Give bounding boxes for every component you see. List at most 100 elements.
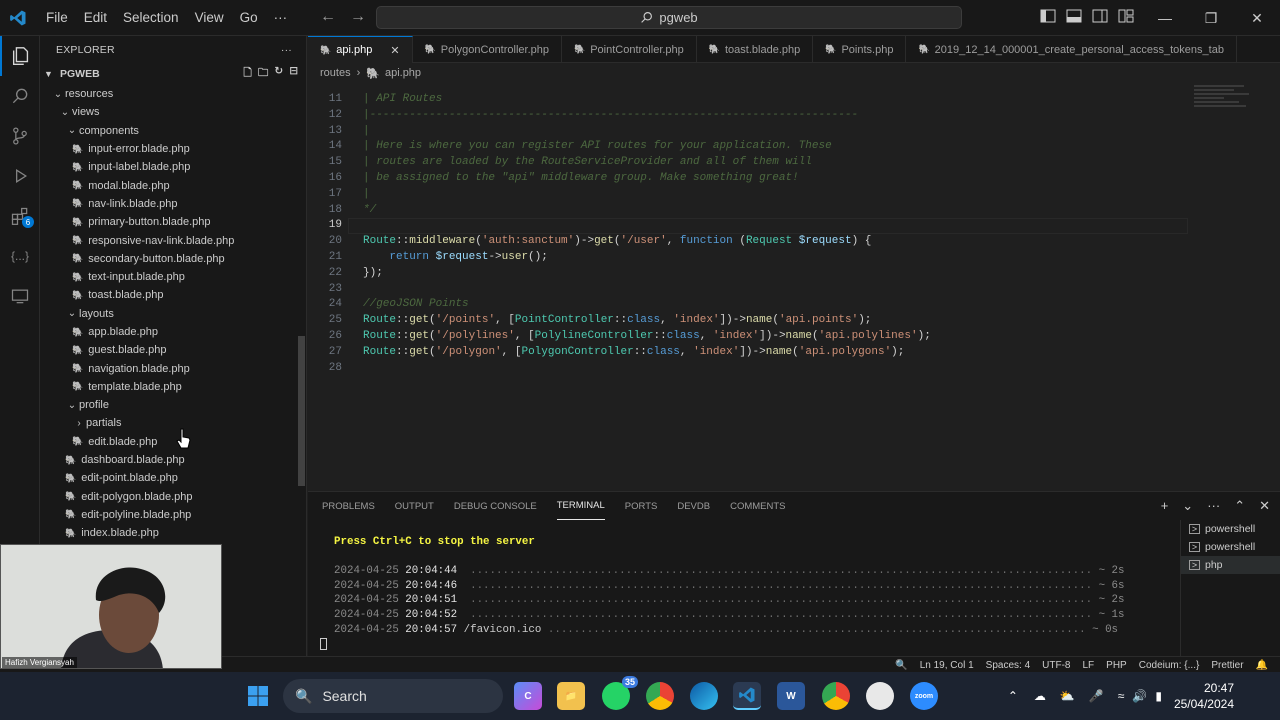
tree-file[interactable]: 🐘 toast.blade.php (40, 286, 306, 304)
breadcrumb-file[interactable]: api.php (385, 67, 421, 79)
panel-tab-problems[interactable]: PROBLEMS (322, 492, 375, 520)
customize-layout-icon[interactable] (1118, 9, 1134, 23)
tree-file[interactable]: 🐘 primary-button.blade.php (40, 213, 306, 231)
source-control-activity[interactable] (0, 116, 40, 156)
whatsapp-app-icon[interactable]: 35 (602, 676, 638, 710)
run-debug-activity[interactable] (0, 156, 40, 196)
tree-file[interactable]: 🐘 navigation.blade.php (40, 359, 306, 377)
toggle-secondary-sidebar-icon[interactable] (1092, 9, 1108, 23)
volume-icon[interactable]: 🔊 (1132, 689, 1147, 703)
terminal-instance[interactable]: > powershell (1181, 520, 1280, 538)
terminal-instance[interactable]: > powershell (1181, 538, 1280, 556)
maximize-panel-icon[interactable]: ⌃ (1234, 498, 1245, 514)
close-panel-icon[interactable]: ✕ (1259, 498, 1270, 514)
tree-file[interactable]: 🐘 modal.blade.php (40, 176, 306, 194)
editor-tab[interactable]: 🐘 PointController.php (562, 36, 697, 63)
tree-folder[interactable]: ⌄ profile (40, 396, 306, 414)
panda-app-icon[interactable] (866, 682, 894, 710)
cursor-position[interactable]: Ln 19, Col 1 (920, 660, 974, 671)
menu-file[interactable]: File (38, 10, 76, 25)
chrome-app-icon[interactable] (646, 682, 674, 710)
tree-file[interactable]: 🐘 responsive-nav-link.blade.php (40, 231, 306, 249)
editor-tab[interactable]: 🐘 api.php ✕ (308, 36, 413, 63)
menu-edit[interactable]: Edit (76, 10, 115, 25)
indentation[interactable]: Spaces: 4 (986, 660, 1030, 671)
new-terminal-icon[interactable]: + (1161, 498, 1169, 514)
panel-tab-output[interactable]: OUTPUT (395, 492, 434, 520)
toggle-primary-sidebar-icon[interactable] (1040, 9, 1056, 23)
clock[interactable]: 20:47 25/04/2024 (1174, 680, 1234, 712)
extensions-activity[interactable]: 6 (0, 196, 40, 236)
chrome-profile-app-icon[interactable] (822, 682, 850, 710)
panel-tab-devdb[interactable]: DEVDB (677, 492, 710, 520)
tree-file[interactable]: 🐘 app.blade.php (40, 323, 306, 341)
encoding[interactable]: UTF-8 (1042, 660, 1070, 671)
remote-explorer-activity[interactable] (0, 276, 40, 316)
tree-folder[interactable]: ⌄ resources (40, 85, 306, 103)
menu-more[interactable]: ··· (266, 10, 296, 25)
tree-folder[interactable]: ⌄ views (40, 103, 306, 121)
tree-file[interactable]: 🐘 edit-point.blade.php (40, 469, 306, 487)
close-window-icon[interactable]: ✕ (1234, 0, 1280, 36)
breadcrumb-routes[interactable]: routes (320, 67, 351, 79)
tree-file[interactable]: 🐘 index.blade.php (40, 524, 306, 542)
new-file-icon[interactable]: 🗋 (243, 65, 251, 83)
tree-file[interactable]: 🐘 dashboard.blade.php (40, 451, 306, 469)
workspace-root[interactable]: ▼ PGWEB 🗋 🗀 ↻ ⊟ (40, 63, 306, 85)
restore-icon[interactable]: ❐ (1188, 0, 1234, 36)
new-folder-icon[interactable]: 🗀 (258, 65, 269, 83)
editor-tab[interactable]: 🐘 PolygonController.php (413, 36, 562, 63)
panel-tab-terminal[interactable]: TERMINAL (556, 492, 605, 520)
start-button[interactable] (244, 682, 272, 710)
onedrive-icon[interactable]: ☁ (1034, 689, 1046, 703)
more-actions-icon[interactable]: ··· (281, 44, 292, 56)
tree-folder[interactable]: ⌄ components (40, 122, 306, 140)
microphone-icon[interactable]: 🎤 (1089, 689, 1104, 703)
menu-selection[interactable]: Selection (115, 10, 187, 25)
api-activity[interactable]: {...} (0, 236, 40, 276)
notifications-bell-icon[interactable]: 🔔 (1256, 660, 1268, 671)
editor-tab[interactable]: 🐘 Points.php (813, 36, 907, 63)
editor-tab[interactable]: 🐘 2019_12_14_000001_create_personal_acces… (906, 36, 1237, 63)
language-mode[interactable]: PHP (1106, 660, 1127, 671)
file-explorer-app-icon[interactable]: 📁 (557, 682, 585, 710)
menu-view[interactable]: View (187, 10, 232, 25)
tree-file[interactable]: 🐘 input-error.blade.php (40, 140, 306, 158)
terminal-output[interactable]: Press Ctrl+C to stop the server 2024-04-… (320, 536, 1125, 653)
menu-go[interactable]: Go (232, 10, 266, 25)
terminal-dropdown-icon[interactable]: ⌄ (1182, 498, 1193, 514)
sidebar-scrollbar[interactable] (298, 336, 305, 486)
tree-file[interactable]: 🐘 input-label.blade.php (40, 158, 306, 176)
editor-tab[interactable]: 🐘 toast.blade.php (697, 36, 814, 63)
copilot-app-icon[interactable]: C (514, 682, 542, 710)
tree-file[interactable]: 🐘 nav-link.blade.php (40, 195, 306, 213)
code-editor[interactable]: 11 | API Routes 12 |-----------------------… (308, 83, 1280, 491)
tree-file[interactable]: 🐘 secondary-button.blade.php (40, 250, 306, 268)
word-app-icon[interactable]: W (777, 682, 805, 710)
tree-file[interactable]: 🐘 edit-polyline.blade.php (40, 506, 306, 524)
collapse-all-icon[interactable]: ⊟ (289, 65, 298, 83)
edge-app-icon[interactable] (690, 682, 718, 710)
command-center-search[interactable]: pgweb (376, 6, 962, 29)
tree-file[interactable]: 🐘 text-input.blade.php (40, 268, 306, 286)
end-of-line[interactable]: LF (1082, 660, 1094, 671)
panel-more-icon[interactable]: ··· (1207, 498, 1220, 514)
codeium-status[interactable]: Codeium: {...} (1139, 660, 1200, 671)
panel-tab-ports[interactable]: PORTS (625, 492, 658, 520)
taskbar-search[interactable]: 🔍 Search (283, 679, 503, 713)
tree-file[interactable]: 🐘 guest.blade.php (40, 341, 306, 359)
vscode-taskbar-icon[interactable] (733, 682, 761, 710)
terminal-instance[interactable]: > php (1181, 556, 1280, 574)
tree-file[interactable]: 🐘 edit-polygon.blade.php (40, 488, 306, 506)
prettier-status[interactable]: Prettier (1211, 660, 1243, 671)
zoom-icon[interactable]: 🔍 (895, 660, 907, 671)
tree-file[interactable]: 🐘 template.blade.php (40, 378, 306, 396)
back-arrow-icon[interactable]: ← (320, 8, 336, 26)
minimize-icon[interactable]: — (1142, 0, 1188, 36)
tree-folder[interactable]: ⌄ layouts (40, 305, 306, 323)
tree-folder[interactable]: › partials (40, 414, 306, 432)
toggle-panel-icon[interactable] (1066, 9, 1082, 23)
forward-arrow-icon[interactable]: → (350, 8, 366, 26)
explorer-activity[interactable] (0, 36, 40, 76)
panel-tab-comments[interactable]: COMMENTS (730, 492, 785, 520)
